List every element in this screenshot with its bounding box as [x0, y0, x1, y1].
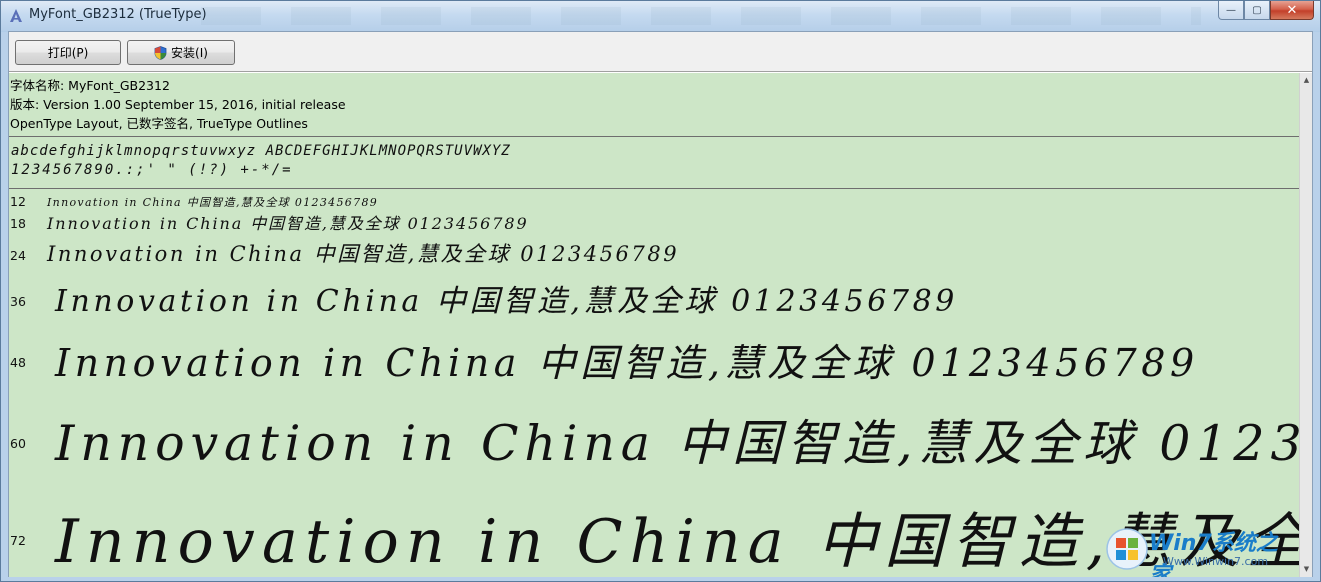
vertical-scrollbar[interactable]: ▲ ▼: [1299, 73, 1312, 577]
close-icon: ✕: [1286, 2, 1298, 18]
window-title: MyFont_GB2312 (TrueType): [29, 7, 207, 22]
charset-symbols: 1234567890.:;' " (!?) +-*/=: [11, 162, 293, 178]
sample-row-12: 12 Innovation in China 中国智造,慧及全球 0123456…: [9, 192, 1299, 210]
sample-row-18: 18 Innovation in China 中国智造,慧及全球 0123456…: [9, 210, 1299, 234]
maximize-button[interactable]: ▢: [1244, 1, 1270, 20]
sample-row-24: 24 Innovation in China 中国智造,慧及全球 0123456…: [9, 236, 1299, 268]
watermark-brand: Win7系统之家: [1149, 531, 1278, 577]
sample-size-label: 12: [10, 194, 26, 209]
sample-text: Innovation in China 中国智造,慧及全球 0123456789: [47, 196, 379, 209]
charset-letters: abcdefghijklmnopqrstuvwxyz ABCDEFGHIJKLM…: [11, 143, 511, 159]
sample-size-label: 36: [10, 294, 26, 309]
minimize-button[interactable]: —: [1218, 1, 1244, 20]
font-viewer-window: MyFont_GB2312 (TrueType) — ▢ ✕ 打印(P) 安装(…: [0, 0, 1321, 582]
font-version-line: 版本: Version 1.00 September 15, 2016, ini…: [10, 97, 346, 112]
sample-size-label: 72: [10, 533, 26, 548]
font-preview-pane[interactable]: 字体名称: MyFont_GB2312 版本: Version 1.00 Sep…: [9, 73, 1299, 577]
print-button[interactable]: 打印(P): [15, 40, 121, 65]
minimize-icon: —: [1226, 4, 1236, 16]
maximize-icon: ▢: [1252, 4, 1262, 16]
install-button-label: 安装(I): [171, 46, 208, 60]
watermark-url: Www.Winwin7.com: [1163, 555, 1269, 568]
sample-size-label: 60: [10, 436, 26, 451]
sample-text: Innovation in China 中国智造,慧及全球 0123456789: [47, 214, 529, 233]
sample-text: Innovation in China 中国智造,慧及全球 0123456789: [47, 242, 680, 266]
sample-row-60: 60 Innovation in China 中国智造,慧及全球 0123456…: [9, 398, 1299, 478]
titlebar-background: [201, 7, 1201, 25]
font-type-line: OpenType Layout, 已数字签名, TrueType Outline…: [10, 116, 308, 131]
sample-size-label: 24: [10, 248, 26, 263]
toolbar: 打印(P) 安装(I): [9, 32, 1312, 72]
divider: [9, 188, 1299, 189]
sample-size-label: 48: [10, 355, 26, 370]
scroll-up-icon[interactable]: ▲: [1301, 74, 1312, 87]
sample-size-label: 18: [10, 216, 26, 231]
print-button-label: 打印(P): [47, 46, 89, 60]
sample-text: Innovation in China 中国智造,慧及全球 0123456789: [55, 415, 1299, 472]
font-info-block: 字体名称: MyFont_GB2312 版本: Version 1.00 Sep…: [10, 76, 346, 133]
client-area: 打印(P) 安装(I) 字体名称: MyFont_GB2312 版本: Vers…: [8, 31, 1313, 577]
scroll-down-icon[interactable]: ▼: [1301, 563, 1312, 576]
caption-buttons: — ▢ ✕: [1218, 1, 1314, 20]
close-button[interactable]: ✕: [1270, 1, 1314, 20]
sample-text: Innovation in China 中国智造,慧及全球 0123456789: [55, 284, 958, 319]
sample-row-48: 48 Innovation in China 中国智造,慧及全球 0123456…: [9, 326, 1299, 392]
font-app-icon: [10, 9, 22, 22]
site-watermark: Win7系统之家 Www.Winwin7.com: [1101, 523, 1291, 577]
install-button[interactable]: 安装(I): [127, 40, 235, 65]
sample-row-36: 36 Innovation in China 中国智造,慧及全球 0123456…: [9, 270, 1299, 320]
sample-text: Innovation in China 中国智造,慧及全球 0123456789: [55, 341, 1199, 385]
font-name-line: 字体名称: MyFont_GB2312: [10, 78, 170, 93]
uac-shield-icon: [154, 45, 167, 60]
divider: [9, 136, 1299, 137]
windows-logo-icon: [1106, 528, 1148, 570]
title-bar[interactable]: MyFont_GB2312 (TrueType) — ▢ ✕: [1, 1, 1320, 31]
